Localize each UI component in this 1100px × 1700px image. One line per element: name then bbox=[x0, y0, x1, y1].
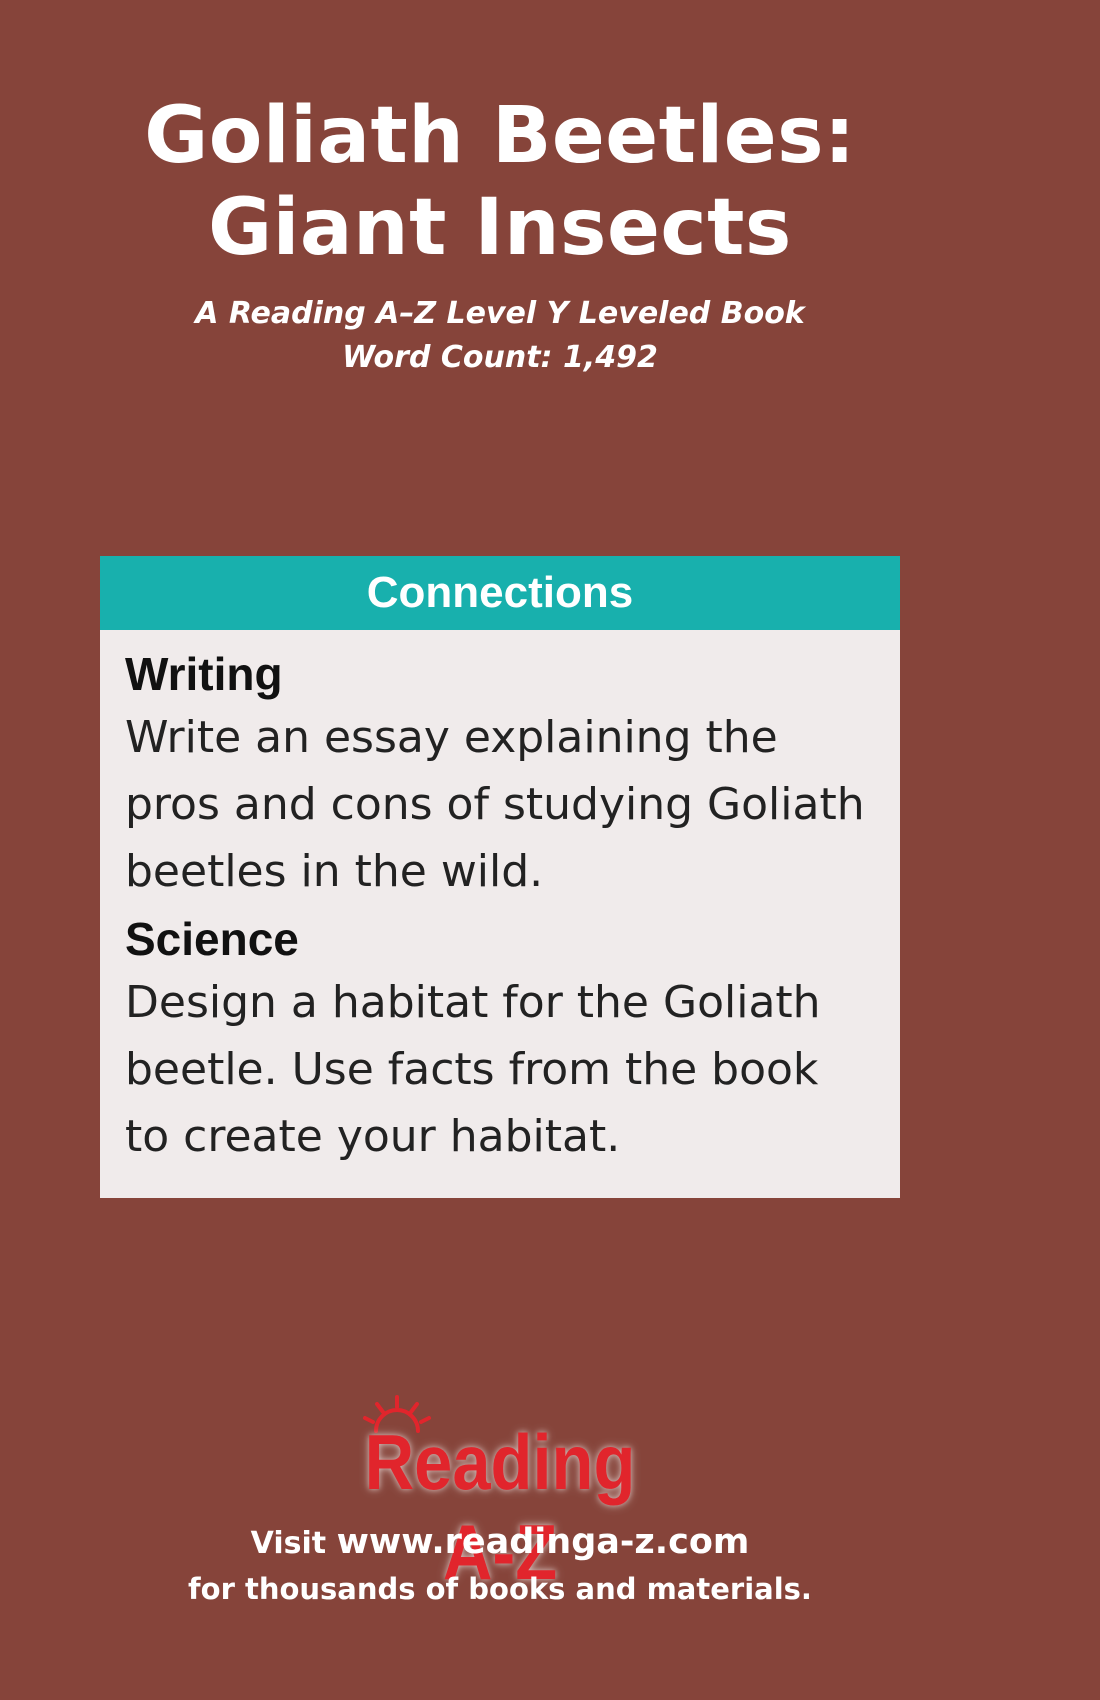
level-line: A Reading A–Z Level Y Leveled Book bbox=[195, 296, 805, 331]
book-title: Goliath Beetles: Giant Insects bbox=[0, 90, 1000, 274]
writing-text: Write an essay explaining the pros and c… bbox=[125, 712, 865, 897]
science-text: Design a habitat for the Goliath beetle.… bbox=[125, 977, 821, 1162]
book-title-line1: Goliath Beetles: bbox=[144, 91, 856, 181]
footer: Visit www.readinga-z.com for thousands o… bbox=[0, 1518, 1000, 1610]
cover-header: Goliath Beetles: Giant Insects A Reading… bbox=[0, 90, 1000, 380]
visit-label: Visit bbox=[250, 1526, 327, 1561]
connections-body: Writing Write an essay explaining the pr… bbox=[100, 630, 900, 1170]
connections-panel: Connections Writing Write an essay expla… bbox=[100, 556, 900, 1198]
footer-visit-line: Visit www.readinga-z.com bbox=[0, 1518, 1000, 1568]
book-title-line2: Giant Insects bbox=[208, 183, 792, 273]
writing-heading: Writing bbox=[125, 648, 283, 700]
writing-section: Writing Write an essay explaining the pr… bbox=[125, 644, 874, 905]
connections-heading: Connections bbox=[100, 556, 900, 630]
science-heading: Science bbox=[125, 913, 299, 965]
reading-az-logo: Reading A-Z bbox=[300, 1395, 700, 1596]
footer-tagline: for thousands of books and materials. bbox=[188, 1572, 812, 1606]
book-subtitle: A Reading A–Z Level Y Leveled Book Word … bbox=[0, 292, 1000, 380]
word-count-line: Word Count: 1,492 bbox=[342, 340, 658, 375]
science-section: Science Design a habitat for the Goliath… bbox=[125, 909, 874, 1170]
website-link[interactable]: www.readinga-z.com bbox=[337, 1522, 750, 1562]
